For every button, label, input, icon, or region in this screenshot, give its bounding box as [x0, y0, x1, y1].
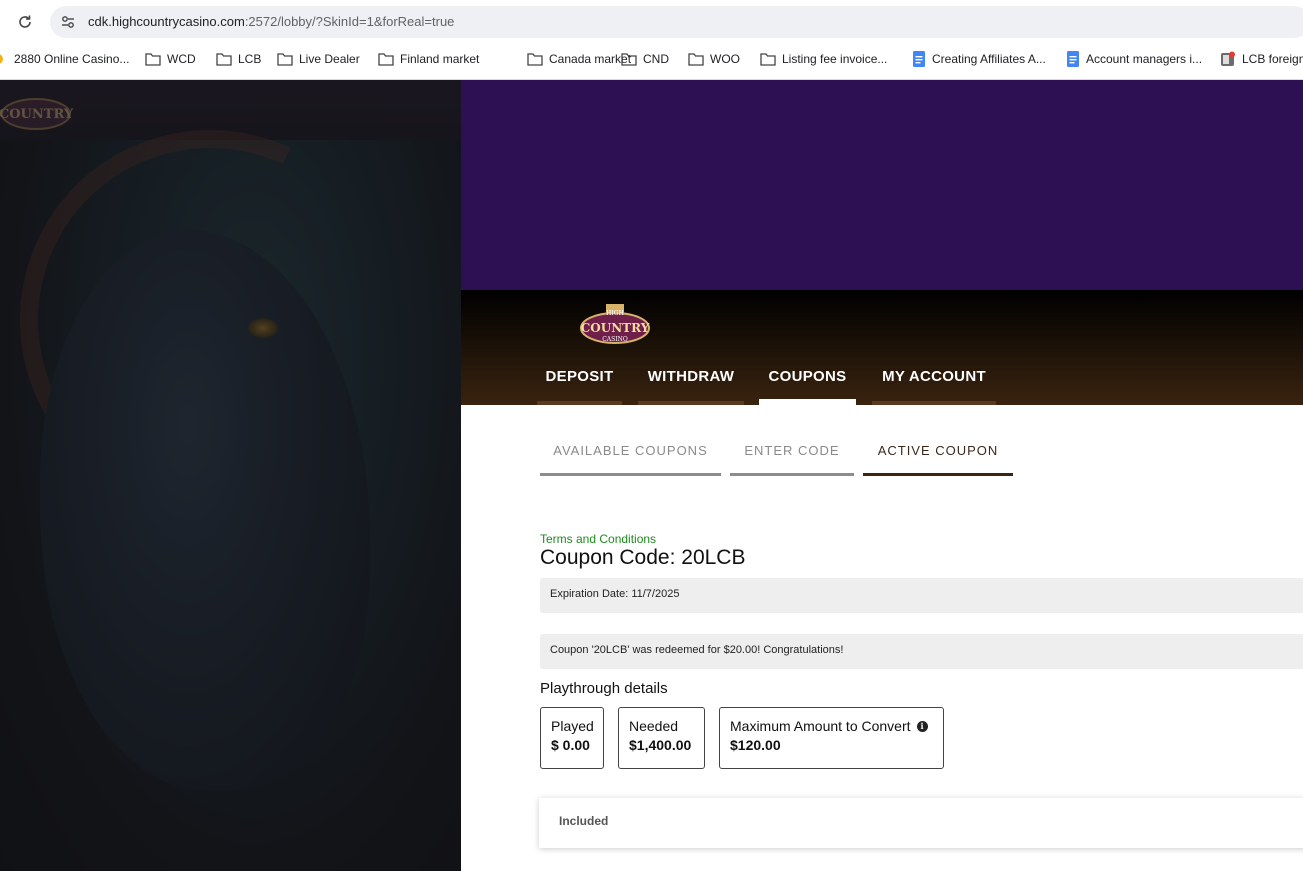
coupons-panel: AVAILABLE COUPONS ENTER CODE ACTIVE COUP… — [461, 405, 1303, 871]
subtab-available-coupons[interactable]: AVAILABLE COUPONS — [540, 443, 721, 476]
url-field[interactable]: cdk.highcountrycasino.com:2572/lobby/?Sk… — [50, 6, 1303, 38]
folder-icon — [145, 53, 161, 66]
needed-label: Needed — [629, 718, 679, 734]
subtab-underline — [540, 473, 721, 476]
browser-address-bar: cdk.highcountrycasino.com:2572/lobby/?Sk… — [0, 0, 1303, 44]
tab-my-account[interactable]: MY ACCOUNT — [872, 368, 996, 405]
max-convert-label-row: Maximum Amount to Convert i — [730, 718, 933, 734]
casino-logo-faded: COUNTRY — [0, 98, 74, 130]
bookmark-label: WOO — [710, 52, 740, 66]
bookmark-lcb[interactable]: LCB — [216, 44, 261, 74]
tab-label: MY ACCOUNT — [882, 368, 986, 385]
bookmark-label: CND — [643, 52, 669, 66]
subtab-label: ACTIVE COUPON — [877, 443, 999, 458]
header-banner — [461, 80, 1303, 290]
tab-withdraw[interactable]: WITHDRAW — [638, 368, 744, 405]
tab-label: COUPONS — [768, 368, 847, 385]
url-text: cdk.highcountrycasino.com:2572/lobby/?Sk… — [88, 14, 454, 29]
included-section[interactable]: Included — [539, 798, 1303, 848]
folder-icon — [688, 53, 704, 66]
bookmark-canada-market[interactable]: Canada market — [527, 44, 631, 74]
max-convert-card: Maximum Amount to Convert i $120.00 — [719, 707, 944, 769]
subtab-label: AVAILABLE COUPONS — [553, 443, 708, 458]
url-host: cdk.highcountrycasino.com — [88, 14, 245, 29]
tab-coupons[interactable]: COUPONS — [759, 368, 856, 405]
info-icon[interactable]: i — [916, 720, 928, 732]
logo-bottom-text: CASINO — [602, 336, 628, 343]
folder-icon — [760, 53, 776, 66]
terms-and-conditions-link[interactable]: Terms and Conditions — [540, 532, 656, 546]
logo-main-text: COUNTRY — [581, 321, 650, 335]
bookmark-label: LCB — [238, 52, 262, 66]
redeemed-message: Coupon '20LCB' was redeemed for $20.00! … — [540, 634, 1303, 669]
bookmark-lcb-foreign[interactable]: LCB foreign — [1220, 44, 1303, 74]
tab-label: WITHDRAW — [647, 368, 735, 385]
site-info-icon[interactable] — [59, 13, 77, 31]
url-path: :2572/lobby/?SkinId=1&forReal=true — [244, 14, 455, 29]
subtab-label: ENTER CODE — [744, 443, 840, 458]
max-convert-value: $120.00 — [730, 737, 781, 753]
max-convert-label: Maximum Amount to Convert — [730, 718, 911, 734]
bookmark-live-dealer[interactable]: Live Dealer — [277, 44, 360, 74]
bookmark-account-managers[interactable]: Account managers i... — [1066, 44, 1202, 74]
logo-top-text: HIGH — [606, 310, 624, 317]
played-label: Played — [551, 718, 594, 734]
needed-value: $1,400.00 — [629, 737, 692, 753]
played-card: Played $ 0.00 — [540, 707, 604, 769]
bookmark-label: Finland market — [400, 52, 480, 66]
bookmark-cnd[interactable]: CND — [621, 44, 669, 74]
bookmarks-bar: 2880 Online Casino... WCD LCB Live Deale… — [0, 44, 1303, 80]
bookmark-woo[interactable]: WOO — [688, 44, 740, 74]
bookmark-label: Creating Affiliates A... — [932, 52, 1046, 66]
bookmark-label: Listing fee invoice... — [782, 52, 888, 66]
tab-label: DEPOSIT — [545, 368, 614, 385]
google-docs-icon — [913, 51, 925, 67]
subtab-underline-active — [863, 473, 1013, 476]
folder-icon — [621, 53, 637, 66]
played-value: $ 0.00 — [551, 737, 590, 753]
needed-card: Needed $1,400.00 — [618, 707, 705, 769]
reload-icon[interactable] — [14, 11, 36, 33]
folder-icon — [378, 53, 394, 66]
casino-logo[interactable]: HIGH COUNTRY CASINO — [578, 304, 652, 348]
playthrough-title: Playthrough details — [540, 680, 668, 697]
bookmark-label: Account managers i... — [1086, 52, 1203, 66]
bookmark-finland-market[interactable]: Finland market — [378, 44, 479, 74]
tab-deposit[interactable]: DEPOSIT — [537, 368, 622, 405]
bookmark-label: Canada market — [549, 52, 632, 66]
logo-main-text: COUNTRY — [0, 107, 74, 122]
google-docs-icon — [1067, 51, 1079, 67]
folder-icon — [216, 53, 232, 66]
bookmark-favicon — [0, 54, 3, 64]
cashier-header: HIGH COUNTRY CASINO DEPOSIT WITHDRAW COU… — [461, 290, 1303, 405]
background-overlay — [0, 80, 461, 871]
bookmark-listing-fee-invoice[interactable]: Listing fee invoice... — [760, 44, 887, 74]
subtab-active-coupon[interactable]: ACTIVE COUPON — [863, 443, 1013, 476]
bookmark-creating-affiliates[interactable]: Creating Affiliates A... — [912, 44, 1046, 74]
bookmark-label: WCD — [167, 52, 196, 66]
bookmark-label: LCB foreign — [1242, 52, 1303, 66]
bookmark-2880-online-casino[interactable]: 2880 Online Casino... — [0, 44, 129, 74]
expiration-date: Expiration Date: 11/7/2025 — [540, 578, 1303, 613]
subtab-underline — [730, 473, 854, 476]
subtab-enter-code[interactable]: ENTER CODE — [730, 443, 854, 476]
background-artwork: COUNTRY — [0, 80, 461, 871]
folder-icon — [277, 53, 293, 66]
app-favicon — [1221, 51, 1235, 66]
bookmark-wcd[interactable]: WCD — [145, 44, 196, 74]
folder-icon — [527, 53, 543, 66]
coupon-code-title: Coupon Code: 20LCB — [540, 546, 746, 569]
bookmark-label: Live Dealer — [299, 52, 360, 66]
bookmark-label: 2880 Online Casino... — [14, 52, 130, 66]
